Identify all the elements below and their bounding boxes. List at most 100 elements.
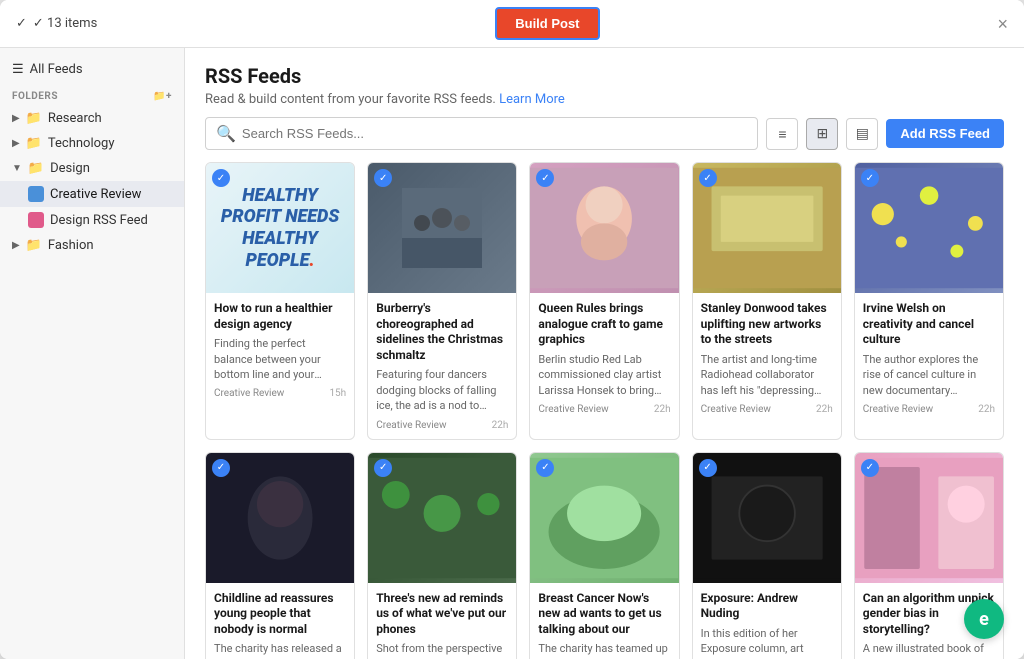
folders-title: FOLDERS xyxy=(12,91,58,102)
folders-header: FOLDERS 📁+ xyxy=(0,83,184,106)
build-post-button[interactable]: Build Post xyxy=(495,7,599,40)
card-source: Creative Review xyxy=(214,388,284,399)
folder-label: Design xyxy=(50,161,90,176)
grid-view-button[interactable]: ⊞ xyxy=(806,118,838,150)
card-body: Burberry's choreographed ad sidelines th… xyxy=(368,293,516,439)
card-8[interactable]: ✓ Breast Cancer Now's new ad wants to ge… xyxy=(529,452,679,659)
item-count-label: ✓ 13 items xyxy=(33,16,97,31)
card-image-svg xyxy=(402,188,482,268)
card-description: The charity has released a new stop moti… xyxy=(214,641,346,659)
card-description: Featuring four dancers dodging blocks of… xyxy=(376,367,508,413)
card-title: Stanley Donwood takes uplifting new artw… xyxy=(701,301,833,348)
list-view-button[interactable]: ≡ xyxy=(766,118,798,150)
search-box: 🔍 xyxy=(205,117,758,150)
card-title: How to run a healthier design agency xyxy=(214,301,346,332)
card-body: Exposure: Andrew Nuding In this edition … xyxy=(693,583,841,659)
card-5[interactable]: ✓ Irvine Welsh xyxy=(854,162,1004,440)
card-title: Three's new ad reminds us of what we've … xyxy=(376,591,508,638)
card-source: Creative Review xyxy=(376,420,446,431)
card-badge: ✓ xyxy=(861,459,879,477)
card-time: 22h xyxy=(978,404,995,415)
sidebar-item-research[interactable]: ▶ 📁 Research xyxy=(0,106,184,131)
toolbar: 🔍 ≡ ⊞ ▤ Add RSS Feed xyxy=(185,117,1024,162)
folder-label: Research xyxy=(48,111,102,126)
card-time: 22h xyxy=(654,404,671,415)
card-description: Shot from the perspective of our phones,… xyxy=(376,641,508,659)
design-rss-icon xyxy=(28,212,44,228)
card-title: Exposure: Andrew Nuding xyxy=(701,591,833,622)
main-layout: ☰ All Feeds FOLDERS 📁+ ▶ 📁 Research ▶ 📁 … xyxy=(0,48,1024,659)
sidebar-item-design-rss-feed[interactable]: Design RSS Feed xyxy=(0,207,184,233)
card-9[interactable]: ✓ Exposure: Andrew Nuding In this editio… xyxy=(692,452,842,659)
card-badge: ✓ xyxy=(861,169,879,187)
page-title: RSS Feeds xyxy=(205,64,1004,88)
card-description: Finding the perfect balance between your… xyxy=(214,336,346,382)
card-badge: ✓ xyxy=(212,169,230,187)
learn-more-link[interactable]: Learn More xyxy=(499,92,565,107)
creative-review-icon xyxy=(28,186,44,202)
arrow-icon: ▶ xyxy=(12,113,20,124)
close-button[interactable]: × xyxy=(997,15,1008,33)
add-rss-feed-button[interactable]: Add RSS Feed xyxy=(886,119,1004,148)
card-description: In this edition of her Exposure column, … xyxy=(701,626,833,659)
sidebar: ☰ All Feeds FOLDERS 📁+ ▶ 📁 Research ▶ 📁 … xyxy=(0,48,185,659)
card-body: Queen Rules brings analogue craft to gam… xyxy=(530,293,678,423)
folder-icon: 📁 xyxy=(26,111,42,126)
card-badge: ✓ xyxy=(212,459,230,477)
emerald-label: e xyxy=(979,609,989,630)
card-title: Breast Cancer Now's new ad wants to get … xyxy=(538,591,670,638)
card-body: Three's new ad reminds us of what we've … xyxy=(368,583,516,659)
card-text-art: HEALTHY PROFIT NEEDS HEALTHY PEOPLE. xyxy=(218,185,342,271)
sidebar-item-all-feeds[interactable]: ☰ All Feeds xyxy=(0,56,184,83)
card-3[interactable]: ✓ Queen Rules brings analogue craft to g… xyxy=(529,162,679,440)
page-description: Read & build content from your favorite … xyxy=(205,92,1004,107)
arrow-icon: ▶ xyxy=(12,138,20,149)
card-time: 22h xyxy=(816,404,833,415)
sidebar-item-creative-review[interactable]: Creative Review xyxy=(0,181,184,207)
card-footer: Creative Review 15h xyxy=(214,388,346,399)
card-source: Creative Review xyxy=(863,404,933,415)
card-4[interactable]: ✓ Stanley Donwood takes uplifting new ar… xyxy=(692,162,842,440)
sub-item-label: Creative Review xyxy=(50,187,141,202)
cards-container: ✓ HEALTHY PROFIT NEEDS HEALTHY PEOPLE. H… xyxy=(185,162,1024,659)
card-body: Childline ad reassures young people that… xyxy=(206,583,354,659)
folder-icon: 📁 xyxy=(28,161,44,176)
card-description: Berlin studio Red Lab commissioned clay … xyxy=(538,352,670,398)
compact-view-button[interactable]: ▤ xyxy=(846,118,878,150)
card-title: Burberry's choreographed ad sidelines th… xyxy=(376,301,508,363)
card-badge: ✓ xyxy=(374,459,392,477)
folder-label: Technology xyxy=(48,136,115,151)
search-icon: 🔍 xyxy=(216,124,236,143)
card-description: The author explores the rise of cancel c… xyxy=(863,352,995,398)
sidebar-item-design[interactable]: ▼ 📁 Design xyxy=(0,156,184,181)
card-source: Creative Review xyxy=(701,404,771,415)
arrow-icon: ▶ xyxy=(12,240,20,251)
add-folder-icon[interactable]: 📁+ xyxy=(153,91,172,102)
card-2[interactable]: ✓ xyxy=(367,162,517,440)
card-description: The artist and long-time Radiohead colla… xyxy=(701,352,833,398)
item-count: ✓ ✓ 13 items xyxy=(16,16,97,31)
sidebar-item-technology[interactable]: ▶ 📁 Technology xyxy=(0,131,184,156)
folder-icon: 📁 xyxy=(26,136,42,151)
card-1[interactable]: ✓ HEALTHY PROFIT NEEDS HEALTHY PEOPLE. H… xyxy=(205,162,355,440)
all-feeds-icon: ☰ xyxy=(12,62,24,77)
card-title: Irvine Welsh on creativity and cancel cu… xyxy=(863,301,995,348)
card-6[interactable]: ✓ Childline ad reassures young people th… xyxy=(205,452,355,659)
arrow-icon: ▼ xyxy=(12,163,22,174)
emerald-floating-icon[interactable]: e xyxy=(964,599,1004,639)
card-description: The charity has teamed up with filmmaker… xyxy=(538,641,670,659)
card-7[interactable]: ✓ Three's new ad reminds us of what we'v… xyxy=(367,452,517,659)
search-input[interactable] xyxy=(242,126,748,141)
check-icon: ✓ xyxy=(16,16,27,31)
card-footer: Creative Review 22h xyxy=(701,404,833,415)
card-badge: ✓ xyxy=(699,459,717,477)
card-badge: ✓ xyxy=(536,459,554,477)
card-body: How to run a healthier design agency Fin… xyxy=(206,293,354,407)
card-source: Creative Review xyxy=(538,404,608,415)
folder-label: Fashion xyxy=(48,238,94,253)
card-footer: Creative Review 22h xyxy=(863,404,995,415)
sidebar-item-fashion[interactable]: ▶ 📁 Fashion xyxy=(0,233,184,258)
card-title: Childline ad reassures young people that… xyxy=(214,591,346,638)
all-feeds-label: All Feeds xyxy=(30,62,83,77)
card-body: Irvine Welsh on creativity and cancel cu… xyxy=(855,293,1003,423)
